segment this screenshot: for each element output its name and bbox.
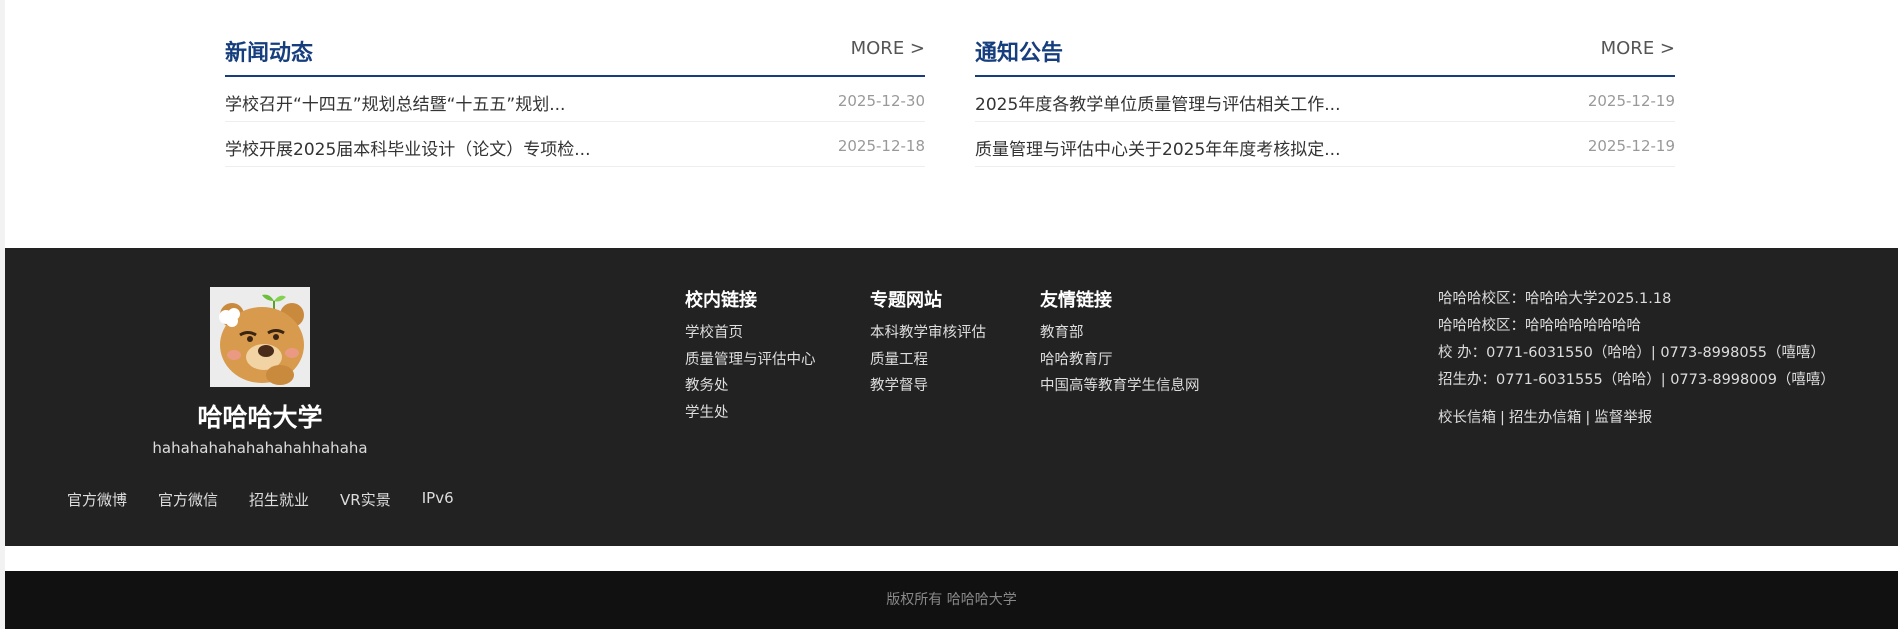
news-item-date: 2025-12-30	[837, 92, 925, 110]
social-link-wechat[interactable]: 官方微信	[158, 489, 218, 510]
school-name: 哈哈哈大学	[197, 403, 323, 432]
news-item-date: 2025-12-18	[837, 137, 925, 155]
social-links: 官方微博 官方微信 招生就业 VR实景 IPv6	[67, 489, 485, 510]
contact-info: 哈哈哈校区：哈哈哈大学2025.1.18 哈哈哈校区：哈哈哈哈哈哈哈哈 校 办：…	[1438, 286, 1835, 427]
friend-link[interactable]: 教育部	[1040, 320, 1200, 347]
notice-item-date: 2025-12-19	[1587, 92, 1675, 110]
news-section: 新闻动态 MORE > 学校召开“十四五”规划总结暨“十五五”规划... 202…	[225, 30, 925, 167]
friend-link[interactable]: 哈哈教育厅	[1040, 347, 1200, 374]
school-subtitle: hahahahahahahahahhahaha	[152, 439, 368, 457]
contact-line: 哈哈哈校区：哈哈哈哈哈哈哈哈	[1438, 318, 1641, 334]
bear-mascot-icon	[210, 287, 310, 387]
notice-more-link[interactable]: MORE >	[1601, 38, 1675, 59]
news-header: 新闻动态 MORE >	[225, 30, 925, 77]
campus-link[interactable]: 学生处	[685, 400, 816, 427]
contact-line: 哈哈哈校区：哈哈哈大学2025.1.18	[1438, 291, 1672, 307]
notice-title: 通知公告	[975, 41, 1064, 66]
notice-header: 通知公告 MORE >	[975, 30, 1675, 77]
friend-link[interactable]: 中国高等教育学生信息网	[1040, 373, 1200, 400]
social-link-admission[interactable]: 招生就业	[249, 489, 309, 510]
admission-mailbox-link[interactable]: 招生办信箱	[1509, 410, 1582, 426]
school-logo	[210, 287, 310, 387]
news-item-title[interactable]: 学校召开“十四五”规划总结暨“十五五”规划...	[225, 90, 565, 115]
topic-links: 专题网站 本科教学审核评估 质量工程 教学督导	[870, 286, 986, 400]
social-link-ipv6[interactable]: IPv6	[422, 489, 454, 510]
topic-link[interactable]: 本科教学审核评估	[870, 320, 986, 347]
president-mailbox-link[interactable]: 校长信箱	[1438, 410, 1496, 426]
report-link[interactable]: 监督举报	[1594, 410, 1652, 426]
separator: |	[1500, 410, 1505, 426]
friend-links-title: 友情链接	[1040, 290, 1112, 311]
list-item[interactable]: 学校开展2025届本科毕业设计（论文）专项检... 2025-12-18	[225, 122, 925, 167]
topic-link[interactable]: 教学督导	[870, 373, 986, 400]
notice-item-title[interactable]: 质量管理与评估中心关于2025年年度考核拟定...	[975, 135, 1340, 160]
list-item[interactable]: 2025年度各教学单位质量管理与评估相关工作... 2025-12-19	[975, 77, 1675, 122]
notice-section: 通知公告 MORE > 2025年度各教学单位质量管理与评估相关工作... 20…	[975, 30, 1675, 167]
mailbox-links: 校长信箱 | 招生办信箱 | 监督举报	[1438, 406, 1835, 427]
campus-links-title: 校内链接	[685, 290, 757, 311]
contact-line: 校 办：0771-6031550（哈哈）| 0773-8998055（嘻嘻）	[1438, 345, 1826, 361]
topic-link[interactable]: 质量工程	[870, 347, 986, 374]
notice-item-title[interactable]: 2025年度各教学单位质量管理与评估相关工作...	[975, 90, 1340, 115]
contact-line: 招生办：0771-6031555（哈哈）| 0773-8998009（嘻嘻）	[1438, 372, 1835, 388]
social-link-vr[interactable]: VR实景	[340, 489, 391, 510]
campus-links: 校内链接 学校首页 质量管理与评估中心 教务处 学生处	[685, 286, 816, 426]
news-item-title[interactable]: 学校开展2025届本科毕业设计（论文）专项检...	[225, 135, 590, 160]
social-link-weibo[interactable]: 官方微博	[67, 489, 127, 510]
campus-link[interactable]: 质量管理与评估中心	[685, 347, 816, 374]
news-more-link[interactable]: MORE >	[851, 38, 925, 59]
list-item[interactable]: 学校召开“十四五”规划总结暨“十五五”规划... 2025-12-30	[225, 77, 925, 122]
campus-link[interactable]: 教务处	[685, 373, 816, 400]
separator: |	[1585, 410, 1591, 426]
news-title: 新闻动态	[225, 41, 314, 66]
copyright: 版权所有 哈哈哈大学	[5, 571, 1898, 629]
list-item[interactable]: 质量管理与评估中心关于2025年年度考核拟定... 2025-12-19	[975, 122, 1675, 167]
campus-link[interactable]: 学校首页	[685, 320, 816, 347]
friend-links: 友情链接 教育部 哈哈教育厅 中国高等教育学生信息网	[1040, 286, 1200, 400]
topic-links-title: 专题网站	[870, 290, 942, 311]
footer: 哈哈哈大学 hahahahahahahahahhahaha 官方微博 官方微信 …	[5, 248, 1898, 546]
notice-item-date: 2025-12-19	[1587, 137, 1675, 155]
